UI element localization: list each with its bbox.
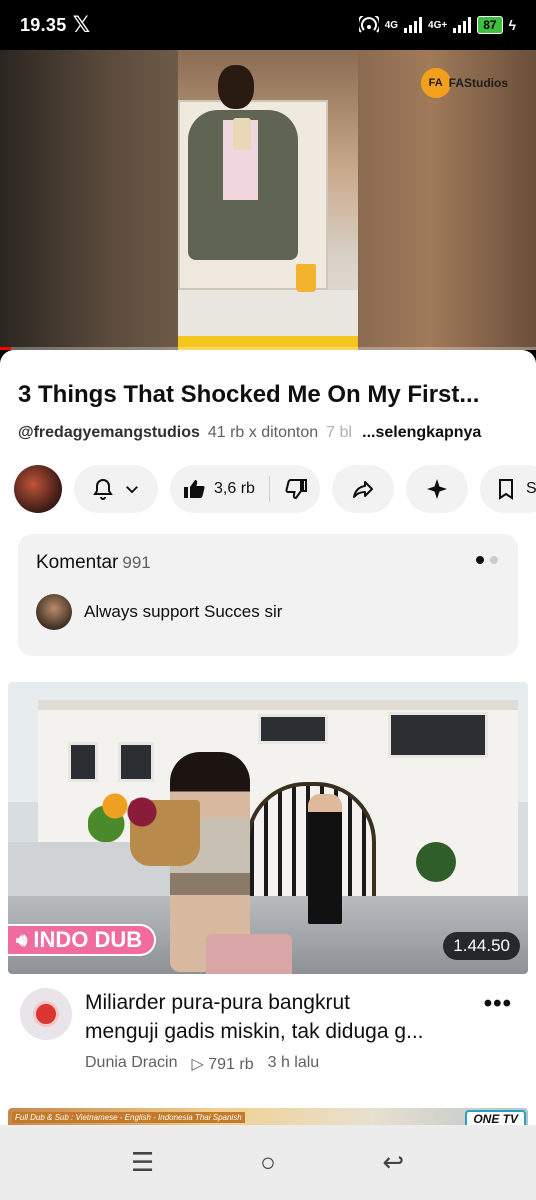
watermark-text: FAStudios <box>448 76 508 90</box>
recommended-channel: Dunia Dracin <box>85 1054 178 1071</box>
bookmark-icon <box>499 479 513 500</box>
charging-icon: ϟ <box>508 17 516 33</box>
thumb-window <box>118 742 154 782</box>
channel-avatar[interactable] <box>14 465 62 513</box>
video-meta[interactable]: @fredagyemangstudios 41 rb x ditonton 7 … <box>18 424 518 442</box>
bell-icon <box>93 478 113 500</box>
chevron-down-icon <box>126 486 138 494</box>
view-count: 41 rb x ditonton <box>207 424 319 441</box>
play-logo-icon <box>33 1001 59 1027</box>
video-frame <box>178 50 358 350</box>
subscribe-bell-button[interactable] <box>74 465 158 513</box>
channel-handle[interactable]: @fredagyemangstudios <box>18 424 200 442</box>
recent-apps-icon[interactable]: ☰ <box>123 1147 163 1178</box>
system-nav-bar: ☰ ○ ↩ <box>0 1125 536 1200</box>
video-title[interactable]: 3 Things That Shocked Me On My First... <box>18 380 518 410</box>
more-options-icon[interactable]: ••• <box>484 990 512 1018</box>
recommended-views-wrap: ▷ 791 rb <box>191 1054 253 1074</box>
recommended-channel-avatar[interactable] <box>20 988 72 1040</box>
next-subtitle-banner: Full Dub & Sub : Vietnamese - English - … <box>12 1112 245 1123</box>
comments-label: Komentar <box>36 552 119 573</box>
duration-badge: 1.44.50 <box>443 932 520 960</box>
signal-icon <box>404 17 423 33</box>
share-icon <box>353 481 373 498</box>
channel-watermark: FA FAStudios <box>420 68 508 98</box>
recommended-title-line1: Miliarder pura-pura bangkrut <box>85 991 350 1014</box>
next-thumbnail-peek[interactable]: Full Dub & Sub : Vietnamese - English - … <box>8 1108 528 1125</box>
thumb-window <box>388 712 488 758</box>
sparkle-icon <box>427 479 447 499</box>
recommended-meta: Dunia Dracin ▷ 791 rb 3 h lalu <box>85 1054 319 1074</box>
watermark-logo: FA <box>420 68 451 98</box>
show-more-link[interactable]: ...selengkapnya <box>362 424 481 442</box>
thumb-man <box>308 794 342 924</box>
like-dislike-button[interactable]: 3,6 rb <box>170 465 320 513</box>
back-icon[interactable]: ↩ <box>373 1147 413 1178</box>
x-logo-icon: 𝕏 <box>72 12 91 37</box>
thumb-plant <box>416 842 456 882</box>
battery-icon: 87 <box>477 16 503 34</box>
recommended-thumbnail[interactable]: 🔊︎ INDO DUB 1.44.50 <box>8 682 528 974</box>
thumbs-up-icon[interactable] <box>182 477 206 501</box>
share-button[interactable] <box>332 465 394 513</box>
recommended-video-info[interactable]: Miliarder pura-pura bangkrut menguji gad… <box>0 986 536 1086</box>
speaker-icon: 🔊︎ <box>16 929 28 950</box>
dub-badge: 🔊︎ INDO DUB <box>8 924 157 956</box>
comments-count: 991 <box>122 553 151 572</box>
commenter-avatar <box>36 594 72 630</box>
play-icon: ▷ <box>191 1056 209 1073</box>
network-type-2: 4G+ <box>428 19 448 31</box>
recommended-title[interactable]: Miliarder pura-pura bangkrut menguji gad… <box>85 988 480 1046</box>
action-bar: 3,6 rb S <box>14 464 536 514</box>
watch-details: 3 Things That Shocked Me On My First... … <box>0 350 536 1125</box>
video-cup <box>296 264 316 292</box>
status-bar: 19.35 𝕏 4G 4G+ 87 ϟ <box>0 0 536 50</box>
thumb-suitcase <box>206 934 292 974</box>
pager-dot-active <box>476 556 484 564</box>
video-phone <box>233 118 251 150</box>
thumbs-down-icon[interactable] <box>284 477 308 501</box>
video-player[interactable]: FA FAStudios <box>0 50 536 350</box>
next-channel-logo: ONE TV <box>465 1110 526 1125</box>
upload-age: 7 bl <box>326 424 352 441</box>
ask-ai-button[interactable] <box>406 465 468 513</box>
recommended-title-line2: menguji gadis miskin, tak diduga g... <box>85 1020 424 1043</box>
like-count: 3,6 rb <box>214 480 255 497</box>
recommended-views: 791 rb <box>208 1056 254 1073</box>
clock: 19.35 <box>20 14 67 35</box>
status-icons: 4G 4G+ 87 ϟ <box>358 16 516 34</box>
signal-icon-2 <box>453 17 472 33</box>
divider <box>268 476 270 502</box>
thumb-window <box>258 714 328 744</box>
recommended-age: 3 h lalu <box>267 1054 320 1071</box>
video-blur-left <box>0 50 178 350</box>
video-sink <box>178 290 358 350</box>
comments-header: Komentar 991 <box>36 552 151 574</box>
network-type-1: 4G <box>384 19 399 31</box>
pager-dot <box>490 556 498 564</box>
video-person-head <box>218 65 254 109</box>
hotspot-icon <box>358 16 379 33</box>
comments-pager <box>476 556 498 564</box>
thumb-window <box>68 742 98 782</box>
top-comment: Always support Succes sir <box>84 602 283 621</box>
save-label: S <box>526 480 536 497</box>
home-icon[interactable]: ○ <box>248 1147 288 1178</box>
dub-badge-label: INDO DUB <box>33 927 143 952</box>
video-progress-fill <box>0 347 11 350</box>
save-button[interactable]: S <box>480 465 536 513</box>
comments-panel[interactable]: Komentar 991 Always support Succes sir <box>18 534 518 656</box>
thumb-flowers <box>88 782 178 842</box>
